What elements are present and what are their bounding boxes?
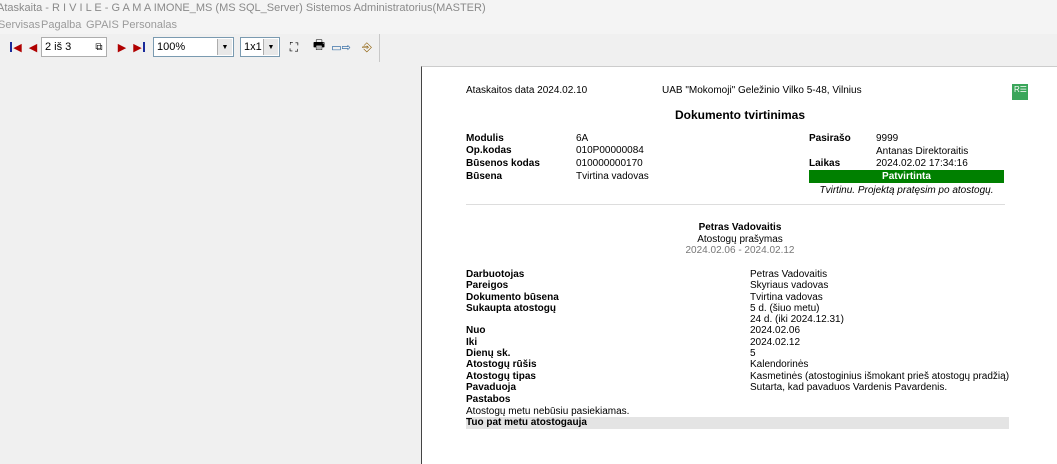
report-page: Ataskaitos data 2024.02.10 UAB "Mokomoji…: [421, 66, 1057, 464]
info-value: 010000000170: [576, 158, 643, 169]
find-icon[interactable]: ⛶: [285, 38, 303, 56]
signer-name: Antanas Direktoraitis: [876, 146, 969, 157]
window-title: Ataskaita - R I V I L E - G A M A IMONE_…: [0, 2, 486, 14]
detail-label: Atostogų tipas: [466, 371, 536, 382]
detail-value: 24 d. (iki 2024.12.31): [750, 314, 844, 325]
detail-label: Pareigos: [466, 280, 509, 291]
period: 2024.02.06 - 2024.02.12: [685, 245, 795, 256]
report-logo-icon: R☰: [1012, 84, 1028, 100]
detail-label: Dienų sk.: [466, 348, 511, 359]
info-label: Būsenos kodas: [466, 158, 540, 169]
print-icon[interactable]: 🖶: [310, 37, 328, 56]
detail-value: Sutarta, kad pavaduos Vardenis Pavardeni…: [750, 382, 948, 393]
detail-label: Darbuotojas: [466, 269, 525, 280]
zoom-select[interactable]: 100% ▼: [153, 37, 234, 57]
detail-label: Dokumento būsena: [466, 292, 559, 303]
time-label: Laikas: [809, 158, 841, 169]
detail-label: Sukaupta atostogų: [466, 303, 557, 314]
notes-text: Atostogų metu nebūsiu pasiekiamas.: [466, 406, 630, 417]
menu-servisas[interactable]: Servisas: [0, 19, 40, 31]
first-page-icon[interactable]: ◀: [7, 38, 25, 56]
info-label: Būsena: [466, 171, 503, 182]
export-icon[interactable]: ▭⇨: [330, 38, 352, 56]
menu-pagalba[interactable]: Pagalba: [41, 19, 81, 31]
sign-comment: Tvirtinu. Projektą pratęsim po atostogų.: [819, 185, 994, 196]
report-date: Ataskaitos data 2024.02.10: [466, 85, 588, 96]
chevron-down-icon[interactable]: ▼: [217, 39, 232, 55]
detail-label: Pastabos: [466, 394, 511, 405]
concurrent-header: Tuo pat metu atostogauja: [466, 417, 1009, 429]
detail-label: Iki: [466, 337, 478, 348]
info-value: 6A: [576, 133, 589, 144]
info-value: 010P00000084: [576, 145, 644, 156]
detail-value: Kasmetinės (atostoginius išmokant prieš …: [750, 371, 1010, 382]
status-badge: Patvirtinta: [809, 170, 1004, 183]
sign-time: 2024.02.02 17:34:16: [876, 158, 968, 169]
detail-label: Atostogų rūšis: [466, 359, 537, 370]
detail-value: Tvirtina vadovas: [750, 292, 823, 303]
detail-label: Nuo: [466, 325, 486, 336]
doc-type: Atostogų prašymas: [697, 234, 783, 245]
prev-page-icon[interactable]: ◀: [24, 38, 42, 56]
toolbar: ◀ ◀ 2 iš 3 ⧉ ▶ ▶ 100% ▼ 1x1 ▼ ⛶ 🖶 ▭⇨ ⎆: [0, 34, 380, 62]
next-page-icon[interactable]: ▶: [113, 38, 131, 56]
info-label: Op.kodas: [466, 145, 512, 156]
menu-personalas[interactable]: Personalas: [122, 19, 177, 31]
detail-value: 5 d. (šiuo metu): [750, 303, 820, 314]
report-title: Dokumento tvirtinimas: [674, 108, 806, 122]
detail-value: Kalendorinės: [750, 359, 809, 370]
detail-value: Petras Vadovaitis: [750, 269, 828, 280]
company-info: UAB "Mokomoji" Geležinio Vilko 5-48, Vil…: [662, 85, 862, 96]
detail-value: 2024.02.12: [750, 337, 801, 348]
layout-select[interactable]: 1x1 ▼: [240, 37, 280, 57]
signer-code: 9999: [876, 133, 899, 144]
menu-gpais[interactable]: GPAIS: [86, 19, 119, 31]
divider: [466, 204, 1005, 205]
info-value: Tvirtina vadovas: [576, 171, 649, 182]
menu-bar: Servisas Pagalba GPAIS Personalas: [0, 17, 1057, 34]
info-label: Modulis: [466, 133, 504, 144]
detail-value: Skyriaus vadovas: [750, 280, 829, 291]
last-page-icon[interactable]: ▶: [130, 38, 148, 56]
detail-label: Pavaduoja: [466, 382, 517, 393]
title-bar: Ataskaita - R I V I L E - G A M A IMONE_…: [0, 0, 1057, 17]
detail-value: 2024.02.06: [750, 325, 801, 336]
copy-icon[interactable]: ⧉: [90, 38, 108, 56]
person-name: Petras Vadovaitis: [698, 222, 782, 233]
detail-value: 5: [750, 348, 756, 359]
chevron-down-icon[interactable]: ▼: [263, 39, 278, 55]
exit-icon[interactable]: ⎆: [358, 38, 376, 56]
signer-label: Pasirašo: [809, 133, 851, 144]
